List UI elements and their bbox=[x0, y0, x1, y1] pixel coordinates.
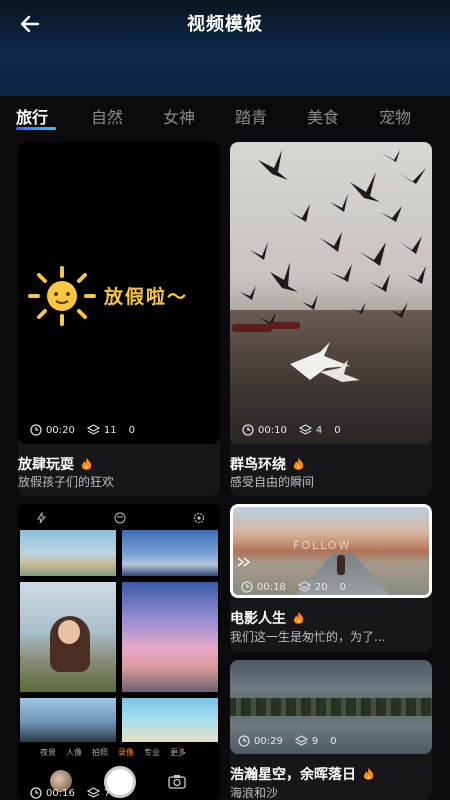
template-meta: 00:16 7 bbox=[30, 787, 116, 799]
clock-icon bbox=[241, 581, 253, 593]
template-card[interactable]: 放假啦～ 00:20 11 0 放肆玩耍 放假孩子们的狂欢 bbox=[18, 142, 220, 496]
template-card[interactable]: 00:29 9 0 浩瀚星空，余晖落日 海浪和沙 bbox=[230, 660, 432, 800]
camera-mode-bar: 夜景 人像 拍照 录像 专业 更多 bbox=[40, 747, 186, 758]
duration-label: 00:18 bbox=[257, 581, 286, 593]
camera-mode-portrait[interactable]: 人像 bbox=[66, 747, 82, 758]
photo-tile bbox=[20, 698, 116, 742]
template-meta: 00:10 4 0 bbox=[242, 424, 341, 436]
tab-travel[interactable]: 旅行 bbox=[16, 104, 48, 128]
camera-mode-photo[interactable]: 拍照 bbox=[92, 747, 108, 758]
template-title-text: 群鸟环绕 bbox=[230, 457, 286, 473]
fast-forward-icon bbox=[237, 557, 251, 567]
use-count: 0 bbox=[128, 424, 135, 436]
template-title: 群鸟环绕 bbox=[230, 454, 305, 474]
template-title-text: 放肆玩耍 bbox=[18, 457, 74, 473]
template-title: 电影人生 bbox=[230, 608, 305, 628]
template-subtitle: 我们这一生是匆忙的，为了... bbox=[230, 630, 386, 644]
clock-icon bbox=[30, 424, 42, 436]
duration-label: 00:16 bbox=[46, 787, 75, 799]
clip-count: 20 bbox=[314, 581, 328, 593]
template-subtitle: 海浪和沙 bbox=[230, 786, 279, 800]
page-title: 视频模板 bbox=[187, 14, 263, 35]
flame-icon bbox=[81, 457, 92, 470]
layers-icon bbox=[86, 424, 100, 435]
tab-goddess[interactable]: 女神 bbox=[163, 104, 195, 128]
template-card[interactable]: 夜景 人像 拍照 录像 专业 更多 00:16 7 bbox=[18, 504, 220, 800]
template-thumbnail[interactable]: 放假啦～ 00:20 11 0 bbox=[18, 142, 220, 444]
layers-icon bbox=[298, 424, 312, 435]
switch-camera-icon[interactable] bbox=[168, 774, 186, 789]
photo-tile bbox=[122, 530, 218, 576]
filter-icon bbox=[114, 512, 126, 524]
tab-food[interactable]: 美食 bbox=[307, 104, 339, 128]
camera-mode-video[interactable]: 录像 bbox=[118, 747, 134, 758]
photo-tile bbox=[122, 698, 218, 742]
camera-mode-more[interactable]: 更多 bbox=[170, 747, 186, 758]
use-count: 0 bbox=[339, 581, 346, 593]
tab-pets[interactable]: 宠物 bbox=[379, 104, 411, 128]
tab-spring-outing[interactable]: 踏青 bbox=[235, 104, 267, 128]
template-thumbnail[interactable]: 夜景 人像 拍照 录像 专业 更多 00:16 7 bbox=[18, 504, 220, 800]
tab-active-indicator bbox=[16, 127, 56, 130]
photo-tile bbox=[20, 582, 116, 692]
layers-icon bbox=[86, 787, 100, 798]
flame-icon bbox=[293, 457, 304, 470]
settings-icon bbox=[193, 512, 205, 524]
template-meta: 00:29 9 0 bbox=[238, 735, 337, 747]
flame-icon bbox=[363, 767, 374, 780]
duration-label: 00:20 bbox=[46, 424, 75, 436]
use-count: 0 bbox=[330, 735, 337, 747]
clip-count: 7 bbox=[103, 787, 111, 799]
camera-mode-pro[interactable]: 专业 bbox=[144, 747, 160, 758]
clock-icon bbox=[242, 424, 254, 436]
flame-icon bbox=[293, 611, 304, 624]
template-title-text: 浩瀚星空，余晖落日 bbox=[230, 767, 356, 783]
mirror-horizon bbox=[230, 698, 432, 716]
photo-tile bbox=[20, 530, 116, 576]
runner-figure bbox=[337, 555, 345, 575]
clock-icon bbox=[238, 735, 250, 747]
clip-count: 11 bbox=[103, 424, 117, 436]
template-meta: 00:18 20 0 bbox=[241, 581, 346, 593]
art-text: 放假啦～ bbox=[104, 286, 189, 308]
clip-count: 9 bbox=[311, 735, 319, 747]
clip-count: 4 bbox=[315, 424, 323, 436]
clock-icon bbox=[30, 787, 42, 799]
use-count: 0 bbox=[334, 424, 341, 436]
template-subtitle: 感受自由的瞬间 bbox=[230, 475, 315, 489]
sun-icon bbox=[28, 266, 96, 326]
template-thumbnail[interactable]: FOLLOW 00:18 20 0 bbox=[230, 504, 432, 598]
template-title: 放肆玩耍 bbox=[18, 454, 93, 474]
template-thumbnail[interactable]: 00:29 9 0 bbox=[230, 660, 432, 754]
layers-icon bbox=[297, 581, 311, 592]
camera-mode-night[interactable]: 夜景 bbox=[40, 747, 56, 758]
layers-icon bbox=[294, 735, 308, 746]
template-meta: 00:20 11 0 bbox=[30, 424, 135, 436]
template-card[interactable]: 00:10 4 0 群鸟环绕 感受自由的瞬间 bbox=[230, 142, 432, 496]
template-thumbnail[interactable]: 00:10 4 0 bbox=[230, 142, 432, 444]
overlay-text: FOLLOW bbox=[293, 539, 352, 552]
tab-nature[interactable]: 自然 bbox=[91, 104, 123, 128]
template-title-text: 电影人生 bbox=[230, 611, 286, 627]
template-subtitle: 放假孩子们的狂欢 bbox=[18, 475, 115, 489]
birds-illustration bbox=[232, 150, 426, 382]
header-bar: 视频模板 bbox=[0, 0, 450, 96]
template-title: 浩瀚星空，余晖落日 bbox=[230, 764, 375, 784]
template-card[interactable]: FOLLOW 00:18 20 0 电影人生 我们这一生是匆忙的，为了... bbox=[230, 504, 432, 652]
category-tabs: 旅行 自然 女神 踏青 美食 宠物 bbox=[0, 96, 450, 140]
flash-auto-icon bbox=[37, 512, 47, 524]
duration-label: 00:10 bbox=[258, 424, 287, 436]
duration-label: 00:29 bbox=[254, 735, 283, 747]
photo-tile bbox=[122, 582, 218, 692]
